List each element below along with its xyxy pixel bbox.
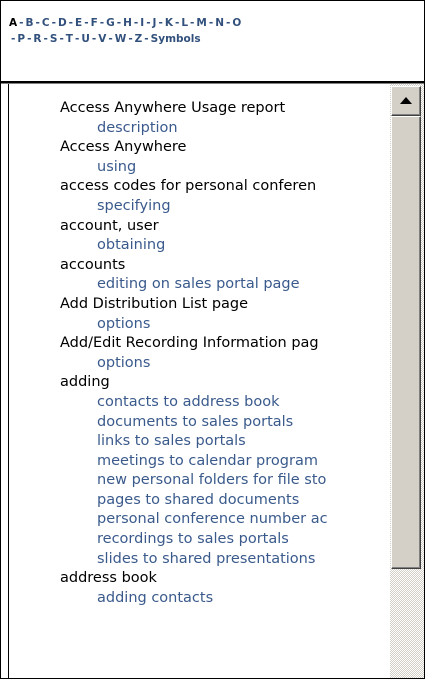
alphabet-separator: - xyxy=(43,33,48,45)
scroll-thumb[interactable] xyxy=(391,116,421,569)
index-subentry-link[interactable]: links to sales portals xyxy=(60,432,370,452)
alphabet-separator: - xyxy=(84,17,89,29)
index-term: adding xyxy=(60,374,110,391)
alphabet-separator: - xyxy=(116,17,122,29)
index-term: accounts xyxy=(60,256,126,273)
index-subentry-link[interactable]: editing on sales portal page xyxy=(60,275,370,295)
index-subentry-link[interactable]: personal conference number ac xyxy=(60,510,370,530)
index-subentry-link[interactable]: adding contacts xyxy=(60,589,370,609)
alphabet-link-t[interactable]: T xyxy=(66,33,73,45)
alphabet-link-u[interactable]: U xyxy=(81,33,90,45)
index-term: Access Anywhere Usage report xyxy=(60,100,286,116)
alphabet-row-1: A-B-C-D-E-F-G-H-I-J-K-L-M-N-O xyxy=(9,15,413,31)
alphabet-separator: - xyxy=(59,33,64,45)
index-subentry-link[interactable]: recordings to sales portals xyxy=(60,530,370,550)
index-subentry-link[interactable]: obtaining xyxy=(60,236,370,256)
index-subentry-link[interactable]: specifying xyxy=(60,197,370,217)
index-subentry-link[interactable]: options xyxy=(60,354,370,374)
alphabet-row-2: - P - R - S - T - U - V - W - Z - Symbols xyxy=(9,31,413,47)
alphabet-separator: - xyxy=(35,17,40,29)
alphabet-separator: - xyxy=(144,33,149,45)
index-subentry-link[interactable]: documents to sales portals xyxy=(60,413,370,433)
index-term: address book xyxy=(60,570,157,587)
alphabet-separator: - xyxy=(133,17,139,29)
arrow-up-icon xyxy=(400,97,412,104)
index-subentry-link[interactable]: new personal folders for file sto xyxy=(60,471,370,491)
alphabet-link-b[interactable]: B xyxy=(26,17,34,29)
index-subentry-link[interactable]: using xyxy=(60,158,370,178)
alphabet-link-w[interactable]: W xyxy=(115,33,127,45)
index-subentry-link[interactable]: options xyxy=(60,315,370,335)
index-subentry-link[interactable]: contacts to address book xyxy=(60,393,370,413)
alphabet-link-m[interactable]: M xyxy=(196,17,206,29)
alphabet-separator: - xyxy=(146,17,151,29)
alphabet-separator: - xyxy=(51,17,56,29)
alphabet-link-h[interactable]: H xyxy=(123,17,132,29)
index-term: Access Anywhere xyxy=(60,139,187,156)
alphabet-link-r[interactable]: R xyxy=(33,33,41,45)
scroll-up-button[interactable] xyxy=(391,86,421,116)
index-term: access codes for personal conferen xyxy=(60,178,317,195)
alphabet-separator: - xyxy=(128,33,133,45)
index-entries: Access Anywhere Usage report description A… xyxy=(60,99,370,608)
alphabet-link-g[interactable]: G xyxy=(106,17,115,29)
alphabet-separator: - xyxy=(208,17,214,29)
alphabet-link-symbols[interactable]: Symbols xyxy=(151,33,201,45)
index-term: Add/Edit Recording Information pag xyxy=(60,335,319,352)
alphabet-separator: - xyxy=(68,17,74,29)
index-subentry-link[interactable]: slides to shared presentations xyxy=(60,550,370,570)
alphabet-separator: - xyxy=(99,17,105,29)
index-term: account, user xyxy=(60,217,159,234)
alphabet-separator: - xyxy=(91,33,97,45)
alphabet-navigation: A-B-C-D-E-F-G-H-I-J-K-L-M-N-O -P-R-S-T-U… xyxy=(9,15,413,47)
alphabet-link-f[interactable]: F xyxy=(91,17,98,29)
alphabet-link-a[interactable]: A xyxy=(9,17,17,29)
index-term: Add Distribution List page xyxy=(60,295,249,312)
index-list-pane: Access Anywhere Usage report description A… xyxy=(8,84,425,678)
alphabet-link-k[interactable]: K xyxy=(165,17,173,29)
index-subentry-link[interactable]: pages to shared documents xyxy=(60,491,370,511)
alphabet-separator: - xyxy=(19,17,24,29)
alphabet-separator: - xyxy=(108,33,113,45)
index-subentry-link[interactable]: meetings to calendar program xyxy=(60,452,370,472)
alphabet-link-n[interactable]: N xyxy=(215,17,224,29)
index-subentry-link[interactable]: description xyxy=(60,119,370,139)
alphabet-link-p[interactable]: P xyxy=(17,33,25,45)
alphabet-separator: - xyxy=(158,17,163,29)
alphabet-link-d[interactable]: D xyxy=(58,17,67,29)
alphabet-link-o[interactable]: O xyxy=(232,17,241,29)
alphabet-link-c[interactable]: C xyxy=(42,17,50,29)
